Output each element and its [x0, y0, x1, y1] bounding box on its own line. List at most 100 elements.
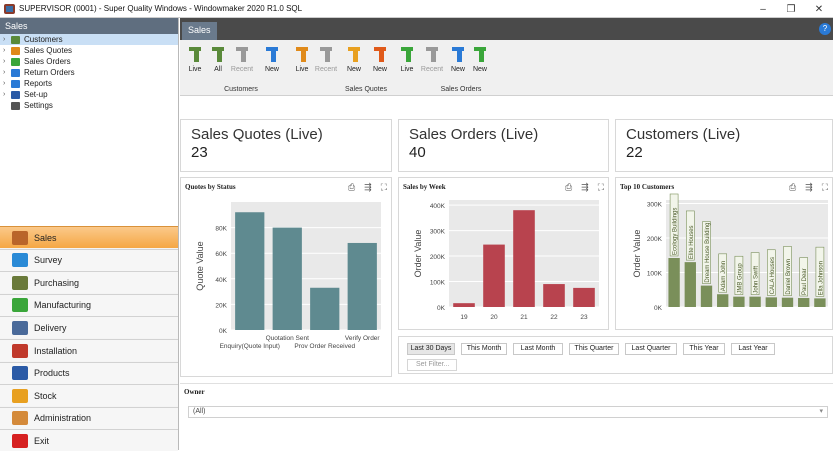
sidebar-header: Sales	[0, 18, 178, 34]
filter-button[interactable]: Last Quarter	[625, 343, 677, 355]
window-title: SUPERVISOR (0001) - Super Quality Window…	[19, 4, 303, 13]
tile-title: Sales Quotes (Live)	[191, 126, 323, 143]
tree-item[interactable]: › Return Orders	[0, 67, 178, 78]
close-button[interactable]: ✕	[805, 0, 833, 18]
set-filter-input[interactable]: Set Filter...	[407, 359, 457, 371]
y-tick-label: 80K	[215, 226, 227, 233]
tree-item[interactable]: › Sales Orders	[0, 56, 178, 67]
nav-manufacturing[interactable]: Manufacturing	[0, 293, 178, 316]
tile-sales-orders[interactable]: Sales Orders (Live) 40	[398, 119, 609, 172]
help-icon[interactable]: ?	[819, 23, 831, 35]
survey-icon	[12, 253, 28, 268]
ribbon-new-button[interactable]: New	[468, 44, 492, 73]
manufacturing-icon	[12, 298, 28, 313]
nav-products[interactable]: Products	[0, 361, 178, 384]
tree-item[interactable]: › Set-up	[0, 89, 178, 100]
tree-item[interactable]: Settings	[0, 100, 178, 111]
window-titlebar: SUPERVISOR (0001) - Super Quality Window…	[0, 0, 833, 18]
ribbon-all-button[interactable]: All	[206, 44, 230, 73]
maximize-button[interactable]: ❐	[777, 0, 805, 18]
nav-survey[interactable]: Survey	[0, 248, 178, 271]
ribbon-live-button[interactable]: Live	[183, 44, 207, 73]
expand-chevron-icon[interactable]: ›	[3, 58, 11, 65]
tile-sales-quotes[interactable]: Sales Quotes (Live) 23	[180, 119, 392, 172]
bar	[798, 298, 810, 307]
owner-label: Owner	[184, 388, 205, 396]
nav-administration[interactable]: Administration	[0, 406, 178, 429]
y-tick-label: 40K	[215, 277, 227, 284]
tree-item[interactable]: › Sales Quotes	[0, 45, 178, 56]
data-label: JMB Group	[737, 263, 743, 294]
ribbon-group-label: Customers	[224, 86, 258, 93]
data-label: Ecology Buildings	[673, 208, 679, 255]
bar	[310, 287, 340, 330]
ribbon-new-button[interactable]: New	[446, 44, 470, 73]
recent-icon	[423, 44, 441, 64]
panel-title: Top 10 Customers	[620, 183, 675, 191]
expand-chevron-icon[interactable]: ›	[3, 36, 11, 43]
expand-chevron-icon[interactable]: ›	[3, 69, 11, 76]
tree-item[interactable]: › Reports	[0, 78, 178, 89]
x-tick-label: 22	[550, 314, 558, 321]
ribbon-button-label: All	[214, 66, 222, 73]
owner-select[interactable]: (All) ▾	[188, 406, 828, 418]
sales-icon	[12, 230, 28, 245]
filter-button[interactable]: Last 30 Days	[407, 343, 455, 355]
bar	[347, 242, 377, 330]
new-icon	[471, 44, 489, 64]
nav-delivery[interactable]: Delivery	[0, 316, 178, 339]
chevron-down-icon: ▾	[819, 408, 823, 415]
ribbon-live-button[interactable]: Live	[395, 44, 419, 73]
nav-label: Installation	[34, 345, 78, 356]
bar	[684, 262, 696, 307]
filter-button[interactable]: This Year	[683, 343, 725, 355]
nav-exit[interactable]: Exit	[0, 429, 178, 451]
ribbon-button-label: New	[472, 66, 487, 73]
customers-live-icon	[186, 44, 204, 64]
ribbon-new-button[interactable]: New	[368, 44, 392, 73]
expand-chevron-icon[interactable]: ›	[3, 80, 11, 87]
owner-panel: Owner (All) ▾	[180, 383, 833, 427]
x-tick-label: 19	[460, 314, 468, 321]
nav-sales[interactable]: Sales	[0, 226, 178, 248]
y-tick-label: 400K	[430, 203, 446, 210]
bar	[272, 227, 302, 330]
tab-bar: Sales ?	[180, 18, 833, 40]
tree-item-icon	[11, 79, 20, 88]
ribbon-recent-button[interactable]: Recent	[420, 44, 444, 73]
new-icon	[449, 44, 467, 64]
stock-icon	[12, 388, 28, 403]
ribbon-new-button[interactable]: New	[260, 44, 284, 73]
ribbon-button-label: Recent	[420, 66, 444, 73]
ribbon-button-label: Recent	[314, 66, 338, 73]
filter-button[interactable]: This Quarter	[569, 343, 619, 355]
filter-button[interactable]: This Month	[461, 343, 507, 355]
ribbon-live-button[interactable]: Live	[290, 44, 314, 73]
new-icon	[263, 44, 281, 64]
panel-title: Sales by Week	[403, 183, 446, 191]
tree-item[interactable]: › Customers	[0, 34, 178, 45]
nav-purchasing[interactable]: Purchasing	[0, 271, 178, 294]
expand-chevron-icon[interactable]: ›	[3, 91, 11, 98]
filter-button[interactable]: Last Year	[731, 343, 775, 355]
ribbon-recent-button[interactable]: Recent	[314, 44, 338, 73]
quotes-by-status-chart: 0K 20K 40K 60K 80K Quote Value Enquiry(Quote I…	[195, 202, 381, 350]
tree-item-label: Sales Quotes	[24, 46, 73, 55]
sidebar: Sales › Customers › Sales Quotes › Sales Orde…	[0, 18, 179, 451]
minimize-button[interactable]: –	[749, 0, 777, 18]
ribbon-button-label: Recent	[230, 66, 254, 73]
administration-icon	[12, 411, 28, 426]
expand-chevron-icon[interactable]: ›	[3, 47, 11, 54]
ribbon-new-button[interactable]: New	[342, 44, 366, 73]
ribbon-recent-button[interactable]: Recent	[230, 44, 254, 73]
purchasing-icon	[12, 275, 28, 290]
data-label: Ella Johnson	[818, 261, 824, 295]
x-tick-label: 23	[580, 314, 588, 321]
tree-item-icon	[11, 57, 20, 66]
filter-button[interactable]: Last Month	[513, 343, 563, 355]
tab-sales[interactable]: Sales	[182, 22, 217, 40]
nav-stock[interactable]: Stock	[0, 384, 178, 407]
bar	[235, 212, 265, 330]
tile-customers[interactable]: Customers (Live) 22	[615, 119, 833, 172]
nav-installation[interactable]: Installation	[0, 339, 178, 361]
